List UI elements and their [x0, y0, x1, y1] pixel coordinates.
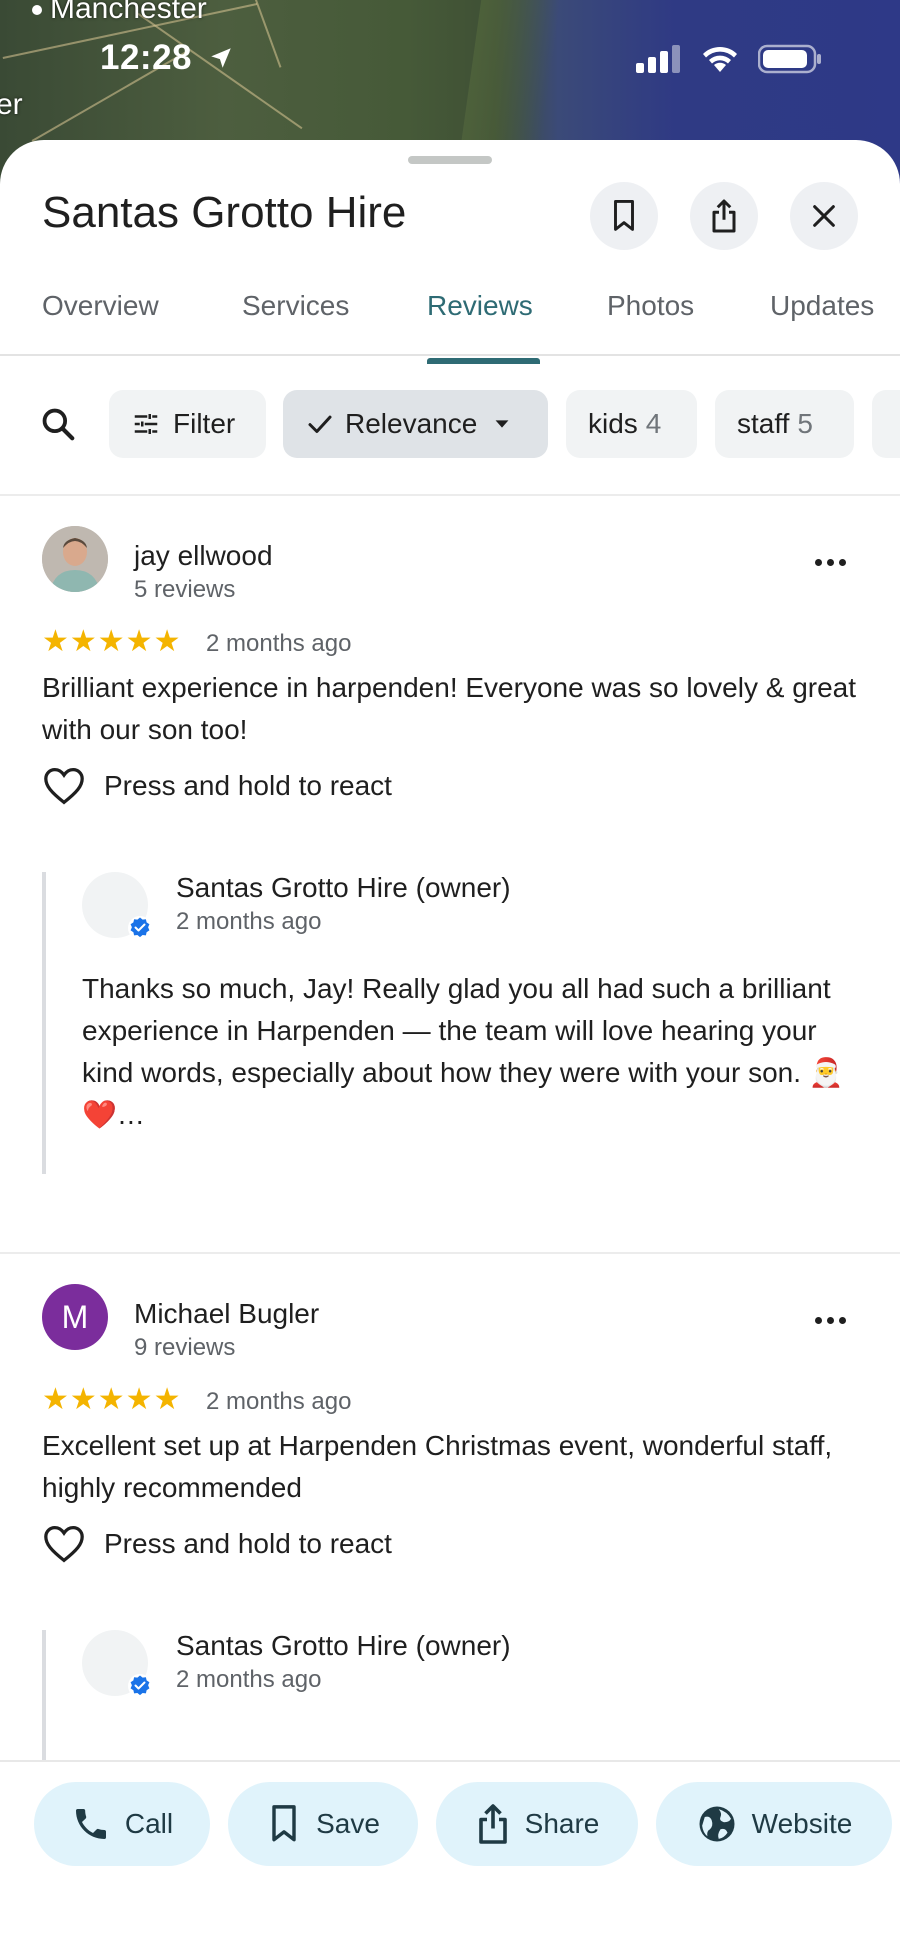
review-more-button[interactable]: [808, 540, 852, 584]
place-title: Santas Grotto Hire: [42, 188, 407, 237]
star-rating: ★★★★★: [42, 625, 182, 658]
review-date: 2 months ago: [206, 630, 352, 657]
star-rating: ★★★★★: [42, 1383, 182, 1416]
owner-name: Santas Grotto Hire (owner): [176, 1630, 511, 1661]
tab-services[interactable]: Services: [242, 290, 349, 322]
save-place-button[interactable]: [590, 182, 658, 250]
tab-active-indicator: [427, 358, 540, 364]
react-label: Press and hold to react: [104, 1528, 392, 1559]
close-icon: [813, 205, 835, 227]
avatar[interactable]: [42, 526, 108, 592]
topic-chip-label: kids: [588, 408, 638, 439]
topic-chip-more[interactable]: [872, 390, 900, 458]
section-divider: [0, 494, 900, 496]
bookmark-icon: [272, 1805, 296, 1842]
dot: [826, 558, 834, 566]
tab-updates[interactable]: Updates: [770, 290, 874, 322]
tab-photos[interactable]: Photos: [607, 290, 694, 322]
phone-icon: [75, 1809, 106, 1839]
dot: [814, 1316, 822, 1324]
check-icon: [308, 415, 332, 433]
tab-overview[interactable]: Overview: [42, 290, 159, 322]
review-text: Brilliant experience in harpenden! Every…: [42, 672, 857, 745]
map-city-label: Manchester: [32, 0, 207, 26]
dropdown-arrow-icon: [495, 420, 509, 428]
battery-icon: [758, 44, 821, 74]
topic-chip-staff[interactable]: staff 5: [715, 390, 854, 458]
website-button[interactable]: Website: [656, 1782, 892, 1866]
sort-relevance-chip[interactable]: Relevance: [283, 390, 548, 458]
owner-response-text[interactable]: Thanks so much, Jay! Really glad you all…: [82, 968, 862, 1136]
save-button[interactable]: Save: [228, 1782, 418, 1866]
tune-icon: [134, 414, 158, 434]
call-button[interactable]: Call: [34, 1782, 210, 1866]
share-button[interactable]: Share: [436, 1782, 638, 1866]
filter-chip-label: Filter: [173, 408, 236, 439]
topic-chip-count: 4: [645, 408, 662, 439]
review-author[interactable]: Michael Bugler: [134, 1298, 319, 1330]
topic-chip-kids[interactable]: kids 4: [566, 390, 697, 458]
place-sheet: Santas Grotto Hire Overview Services Rev…: [0, 140, 900, 1951]
search-icon: [42, 408, 75, 441]
globe-icon: [699, 1806, 735, 1842]
owner-name: Santas Grotto Hire (owner): [176, 872, 511, 903]
review-date: 2 months ago: [206, 1388, 352, 1415]
website-label: Website: [751, 1808, 853, 1839]
avatar[interactable]: M: [42, 1284, 108, 1350]
owner-response: Santas Grotto Hire (owner) 2 months ago: [42, 1630, 862, 1770]
signal-icon: [636, 45, 680, 73]
react-button[interactable]: Press and hold to react: [42, 1524, 392, 1564]
dot: [814, 558, 822, 566]
dot: [838, 1316, 846, 1324]
heart-icon: [44, 1525, 84, 1563]
review-author[interactable]: jay ellwood: [134, 540, 273, 572]
save-label: Save: [316, 1808, 380, 1839]
tab-bar: Overview Services Reviews Photos Updates: [0, 290, 900, 356]
sheet-grabber[interactable]: [408, 156, 492, 164]
heart-icon: [44, 767, 84, 805]
location-arrow-icon: [211, 48, 232, 68]
review-card: M Michael Bugler 9 reviews ★★★★★ 2 month…: [0, 1284, 900, 1770]
bookmark-icon: [614, 199, 634, 231]
verified-check-icon: [130, 1675, 150, 1696]
action-bar: Call Save Share Website: [0, 1760, 900, 1951]
verified-badge: [128, 916, 152, 940]
map-city-label: er: [0, 88, 23, 121]
owner-response-date: 2 months ago: [176, 1666, 322, 1693]
react-button[interactable]: Press and hold to react: [42, 766, 392, 806]
review-text: Excellent set up at Harpenden Christmas …: [42, 1430, 833, 1503]
search-reviews-button[interactable]: [36, 402, 80, 446]
owner-response-date: 2 months ago: [176, 908, 322, 935]
status-icons: [636, 44, 822, 74]
review-author-meta: 9 reviews: [134, 1334, 236, 1361]
profile-photo-icon: [42, 526, 108, 592]
review-filter-row: Filter Relevance kids 4 staff 5: [0, 390, 900, 462]
tab-reviews[interactable]: Reviews: [427, 290, 533, 322]
owner-response: Santas Grotto Hire (owner) 2 months ago …: [42, 872, 862, 1174]
wifi-icon: [703, 46, 737, 72]
review-author-meta: 5 reviews: [134, 576, 236, 603]
review-divider: [0, 1252, 900, 1254]
review-more-button[interactable]: [808, 1298, 852, 1342]
sort-chip-label: Relevance: [345, 408, 478, 439]
dot: [826, 1316, 834, 1324]
filter-chip[interactable]: Filter: [109, 390, 266, 458]
react-label: Press and hold to react: [104, 770, 392, 801]
map-road: [238, 0, 282, 68]
dot: [838, 558, 846, 566]
topic-chip-count: 5: [797, 408, 813, 439]
share-label: Share: [524, 1808, 600, 1839]
share-icon: [478, 1804, 507, 1844]
verified-badge: [128, 1674, 152, 1698]
close-button[interactable]: [790, 182, 858, 250]
topic-chip-label: staff: [737, 408, 790, 439]
verified-check-icon: [130, 917, 150, 938]
call-label: Call: [124, 1808, 174, 1839]
share-place-button[interactable]: [690, 182, 758, 250]
review-card: jay ellwood 5 reviews ★★★★★ 2 months ago…: [0, 526, 900, 1174]
status-time: 12:28: [100, 38, 234, 78]
share-icon: [712, 199, 736, 233]
